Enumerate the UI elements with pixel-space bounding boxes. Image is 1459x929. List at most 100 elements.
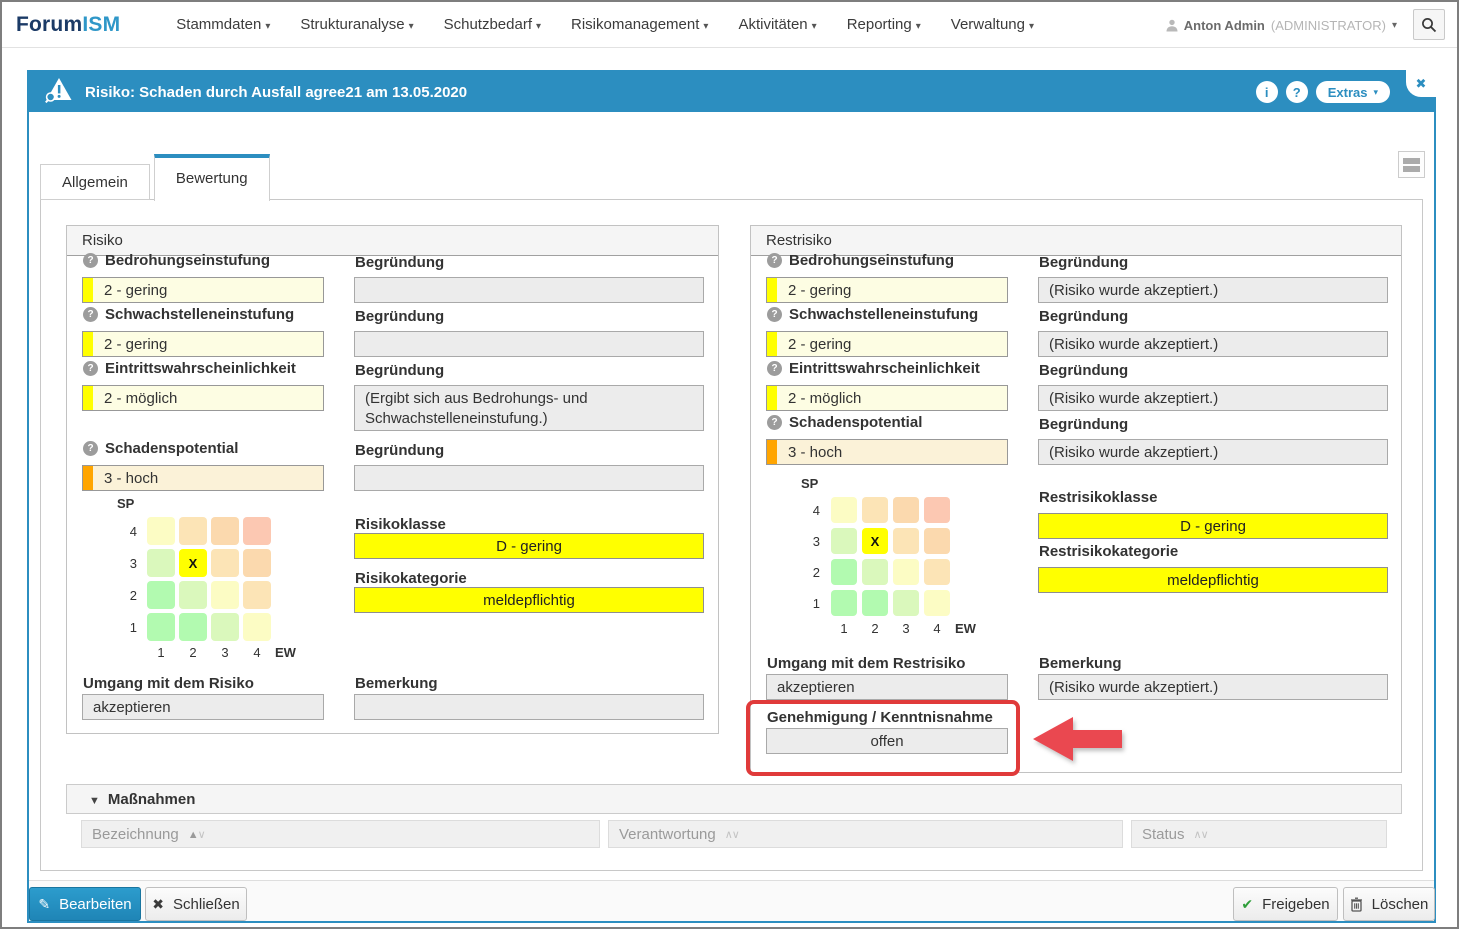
help-icon[interactable]: ? [767, 253, 782, 268]
sort-icons: ∧∨ [725, 828, 739, 841]
tab-bewertung[interactable]: Bewertung [154, 154, 270, 201]
matrix-cell [831, 559, 857, 585]
loeschen-button[interactable]: Löschen [1343, 887, 1435, 921]
nav-item-reporting[interactable]: Reporting▾ [835, 10, 933, 39]
schadenspotential-input[interactable]: 3 - hoch [766, 439, 1008, 465]
help-icon[interactable]: ? [83, 307, 98, 322]
nav-item-schutzbedarf[interactable]: Schutzbedarf▾ [432, 10, 553, 39]
matrix-cell [831, 497, 857, 523]
risiko-group: Risiko ?Bedrohungseinstufung 2 - gering … [66, 225, 719, 734]
info-icon[interactable]: i [1256, 81, 1278, 103]
matrix-row-label: 3 [802, 528, 826, 554]
bemerkung-field[interactable] [354, 694, 704, 720]
matrix-row-label: 1 [119, 613, 143, 641]
matrix-cell [147, 581, 175, 609]
matrix-cell [211, 613, 239, 641]
begruendung-field[interactable]: (Risiko wurde akzeptiert.) [1038, 277, 1388, 303]
bedrohungseinstufung-input[interactable]: 2 - gering [766, 277, 1008, 303]
freigeben-button[interactable]: ✔Freigeben [1233, 887, 1338, 921]
begruendung-field[interactable]: (Risiko wurde akzeptiert.) [1038, 439, 1388, 465]
app-logo[interactable]: ForumISM [16, 13, 120, 37]
bearbeiten-button[interactable]: ✎Bearbeiten [29, 887, 141, 921]
schwachstelleneinstufung-input[interactable]: 2 - gering [82, 331, 324, 357]
trash-icon [1350, 897, 1363, 912]
schadenspotential-input[interactable]: 3 - hoch [82, 465, 324, 491]
extras-button[interactable]: Extras▾ [1316, 81, 1390, 103]
begruendung-field[interactable]: (Ergibt sich aus Bedrohungs- und Schwach… [354, 385, 704, 431]
umgang-risiko-field[interactable]: akzeptieren [82, 694, 324, 720]
level-color-stripe [83, 466, 93, 490]
column-header-status[interactable]: Status∧∨ [1131, 820, 1387, 848]
help-icon[interactable]: ? [83, 441, 98, 456]
umgang-restrisiko-field[interactable]: akzeptieren [766, 674, 1008, 700]
search-icon [1421, 17, 1437, 33]
user-menu[interactable]: Anton Admin (ADMINISTRATOR) ▾ [1166, 2, 1397, 48]
application-window: ForumISM Stammdaten▾ Strukturanalyse▾ Sc… [0, 0, 1459, 929]
matrix-cell [831, 590, 857, 616]
matrix-cell [831, 528, 857, 554]
matrix-ew-axis-label: EW [275, 645, 309, 673]
caret-down-icon: ▾ [916, 21, 921, 32]
sort-icons: ∧∨ [1194, 828, 1208, 841]
close-icon[interactable]: ✖ [1406, 70, 1436, 97]
nav-item-stammdaten[interactable]: Stammdaten▾ [164, 10, 282, 39]
help-icon[interactable]: ? [767, 361, 782, 376]
matrix-cell [893, 590, 919, 616]
begruendung-field[interactable] [354, 331, 704, 357]
caret-down-icon: ▾ [409, 21, 414, 32]
level-color-stripe [83, 278, 93, 302]
matrix-sp-axis-label: SP [801, 476, 818, 491]
matrix-cell [179, 517, 207, 545]
schwachstelleneinstufung-input[interactable]: 2 - gering [766, 331, 1008, 357]
tab-allgemein[interactable]: Allgemein [40, 164, 150, 200]
nav-item-strukturanalyse[interactable]: Strukturanalyse▾ [288, 10, 425, 39]
field-label-schwachstelleneinstufung: ?Schwachstelleneinstufung [767, 306, 978, 323]
begruendung-field[interactable] [354, 277, 704, 303]
help-icon[interactable]: ? [83, 361, 98, 376]
begruendung-label: Begründung [355, 442, 444, 459]
restrisikoklasse-label: Restrisikoklasse [1039, 489, 1157, 506]
matrix-cell: X [179, 549, 207, 577]
begruendung-field[interactable]: (Risiko wurde akzeptiert.) [1038, 385, 1388, 411]
tab-bar: Allgemein Bewertung [40, 153, 270, 200]
nav-item-aktivitaeten[interactable]: Aktivitäten▾ [726, 10, 828, 39]
close-icon: ✖ [152, 897, 164, 911]
matrix-cell [147, 613, 175, 641]
matrix-cell [147, 549, 175, 577]
nav-item-risikomanagement[interactable]: Risikomanagement▾ [559, 10, 720, 39]
eintrittswahrscheinlichkeit-input[interactable]: 2 - möglich [766, 385, 1008, 411]
field-label-schwachstelleneinstufung: ?Schwachstelleneinstufung [83, 306, 294, 323]
level-color-stripe [767, 386, 777, 410]
highlight-red-arrow [1032, 715, 1124, 763]
matrix-ew-axis-label: EW [955, 621, 989, 647]
massnahmen-section-header[interactable]: ▼Maßnahmen [66, 784, 1402, 814]
schliessen-button[interactable]: ✖Schließen [145, 887, 247, 921]
field-label-schadenspotential: ?Schadenspotential [83, 440, 238, 457]
genehmigung-field[interactable]: offen [766, 728, 1008, 754]
list-view-icon[interactable] [1398, 151, 1425, 178]
level-color-stripe [767, 278, 777, 302]
help-icon[interactable]: ? [1286, 81, 1308, 103]
help-icon[interactable]: ? [767, 415, 782, 430]
bemerkung-field[interactable]: (Risiko wurde akzeptiert.) [1038, 674, 1388, 700]
search-button[interactable] [1413, 9, 1445, 40]
column-header-bezeichnung[interactable]: Bezeichnung▲∨ [81, 820, 600, 848]
main-menu: Stammdaten▾ Strukturanalyse▾ Schutzbedar… [164, 10, 1046, 39]
help-icon[interactable]: ? [767, 307, 782, 322]
risk-detail-window: Risiko: Schaden durch Ausfall agree21 am… [27, 70, 1436, 923]
help-icon[interactable]: ? [83, 253, 98, 268]
matrix-cell [243, 517, 271, 545]
begruendung-label: Begründung [355, 254, 444, 271]
eintrittswahrscheinlichkeit-input[interactable]: 2 - möglich [82, 385, 324, 411]
column-header-verantwortung[interactable]: Verantwortung∧∨ [608, 820, 1123, 848]
matrix-cell [243, 613, 271, 641]
begruendung-field[interactable] [354, 465, 704, 491]
edit-icon: ✎ [38, 897, 50, 911]
matrix-row-label: 2 [802, 559, 826, 585]
begruendung-field[interactable]: (Risiko wurde akzeptiert.) [1038, 331, 1388, 357]
nav-item-verwaltung[interactable]: Verwaltung▾ [939, 10, 1046, 39]
sort-icons: ▲∨ [188, 828, 205, 841]
matrix-col-label: 3 [211, 645, 239, 673]
bedrohungseinstufung-input[interactable]: 2 - gering [82, 277, 324, 303]
matrix-col-label: 4 [243, 645, 271, 673]
